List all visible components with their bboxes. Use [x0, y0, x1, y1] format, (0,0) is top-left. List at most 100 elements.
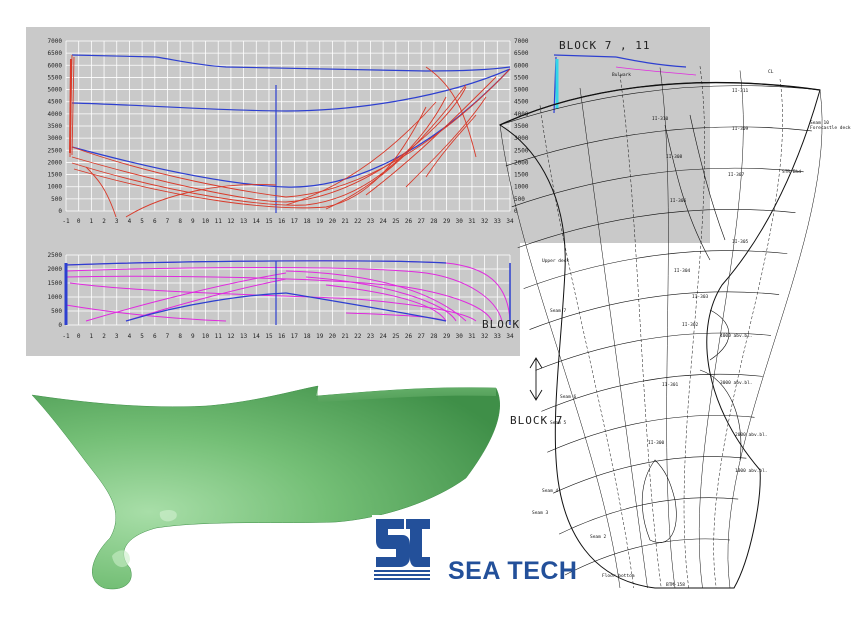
x-tick-label: 25: [392, 218, 400, 225]
y-tick-label: 4500: [48, 99, 63, 106]
x-tick-label: 21: [341, 333, 349, 340]
drawing-label-l7: Seam 6: [560, 394, 577, 400]
x-tick-label: 2: [102, 333, 106, 340]
y-tick-label: 5500: [48, 74, 63, 81]
section-arc: [511, 167, 804, 208]
drawing-label-s3: II-309: [732, 126, 749, 132]
x-tick-label: 8: [178, 218, 182, 225]
x-tick-label: 18: [303, 218, 311, 225]
x-tick-label: 4: [128, 218, 132, 225]
drawing-label-l16: 1000 abv.bl.: [735, 468, 768, 474]
profile-blue-lines: [71, 54, 511, 213]
section-ray: [659, 67, 676, 589]
drawing-label-s2: II-310: [652, 116, 669, 122]
section-arcs: [499, 85, 821, 576]
x-tick-label: 22: [354, 333, 362, 340]
profile-red-lines: [69, 54, 511, 218]
drawing-label-l11: Seam 2: [590, 534, 607, 540]
section-ray: [698, 70, 744, 589]
y-tick-label: 1500: [48, 172, 63, 179]
section-rays: [499, 66, 823, 589]
x-tick-label: 0: [77, 333, 81, 340]
profile-bow-markers: [69, 58, 72, 154]
x-tick-label: 30: [456, 218, 464, 225]
drawing-label-s10: II-302: [682, 322, 699, 328]
drawing-label-l9: Seam 4: [542, 488, 559, 494]
x-tick-label: 15: [265, 218, 273, 225]
drawing-label-l8: Seam 5: [550, 420, 567, 426]
plan-panel: 25002000150010005000 BLOCK 11 -101234567…: [26, 243, 542, 356]
x-tick-label: 7: [166, 218, 170, 225]
x-tick-label: 26: [405, 218, 413, 225]
x-tick-label: 11: [215, 218, 223, 225]
brand-name: SEA TECH: [448, 557, 578, 585]
x-tick-label: 3: [115, 333, 119, 340]
st-logo-mark: [372, 515, 432, 580]
x-tick-label: 9: [191, 333, 195, 340]
drawing-label-s8: II-304: [674, 268, 691, 274]
x-tick-label: 28: [430, 218, 438, 225]
x-tick-label: 18: [303, 333, 311, 340]
x-tick-label: 1: [90, 333, 94, 340]
x-tick-label: 14: [253, 333, 261, 340]
plan-y-ticks-left: 2500 2000 1500 1000 500 0: [48, 252, 63, 329]
x-tick-label: 10: [202, 333, 210, 340]
drawing-label-s4: II-308: [666, 154, 683, 160]
deck-line: [71, 54, 511, 72]
x-tick-label: 24: [380, 218, 388, 225]
x-tick-label: 5: [140, 218, 144, 225]
y-tick-label: 3500: [48, 123, 63, 130]
x-tick-label: 10: [202, 218, 210, 225]
section-ray: [619, 74, 662, 589]
x-tick-label: 2: [102, 218, 106, 225]
drawing-label-s5: II-307: [728, 172, 745, 178]
x-tick-label: 12: [227, 333, 235, 340]
block-arrows: [529, 357, 543, 401]
middle-waterline: [71, 68, 511, 112]
y-tick-label: 1500: [48, 280, 63, 287]
x-tick-label: 26: [405, 333, 413, 340]
y-tick-label: 4000: [48, 111, 63, 118]
x-tick-label: -1: [62, 333, 70, 340]
x-tick-label: 6: [153, 218, 157, 225]
y-tick-label: 6000: [48, 62, 63, 69]
drawing-label-l4: STR Bhd: [782, 169, 801, 175]
logo-wave-3: [374, 578, 430, 580]
x-tick-label: 19: [316, 333, 324, 340]
x-tick-label: 13: [240, 333, 248, 340]
drawing-label-s1: II-311: [732, 88, 749, 94]
x-tick-label: 23: [367, 333, 375, 340]
section-arc: [564, 538, 731, 576]
x-tick-label: 7: [166, 333, 170, 340]
plan-blue-lines: [64, 260, 511, 325]
drawing-labels: CL II-311 II-310 II-309 II-308 II-307 II-306 II…: [532, 69, 851, 588]
x-tick-label: 21: [341, 218, 349, 225]
drawing-label-s12: II-300: [648, 440, 665, 446]
drawing-label-s9: II-303: [692, 294, 709, 300]
x-tick-label: 8: [178, 333, 182, 340]
y-tick-label: 6500: [48, 50, 63, 57]
x-tick-label: 20: [329, 333, 337, 340]
drawing-label-l15: 2000 abv.bl.: [735, 432, 768, 438]
drawing-label-s7: II-305: [732, 239, 749, 245]
x-tick-label: 6: [153, 333, 157, 340]
y-tick-label: 2000: [48, 159, 63, 166]
x-tick-label: 20: [329, 218, 337, 225]
drawing-label-l12: Floor bottom: [602, 573, 635, 579]
x-tick-label: 22: [354, 218, 362, 225]
plan-magenta-lines: [65, 260, 511, 322]
section-arc: [505, 126, 812, 167]
section-ray: [579, 87, 648, 589]
x-tick-label: 27: [418, 218, 426, 225]
y-tick-label: 5000: [48, 87, 63, 94]
x-tick-label: 30: [456, 333, 464, 340]
x-tick-label: 24: [380, 333, 388, 340]
y-tick-label: 0: [58, 322, 62, 329]
x-tick-label: 19: [316, 218, 324, 225]
x-tick-label: 29: [443, 218, 451, 225]
x-tick-label: 12: [227, 218, 235, 225]
y-tick-label: 2000: [48, 266, 63, 273]
drawing-label-l5: Upper deck: [542, 258, 569, 264]
x-tick-label: 16: [278, 218, 286, 225]
profile-x-ticks: -1 0 1 2 3 4 5 6 7 8 9 10 11 12 13 14 15 16 17 18 19 20 21 22 23…: [62, 218, 514, 225]
